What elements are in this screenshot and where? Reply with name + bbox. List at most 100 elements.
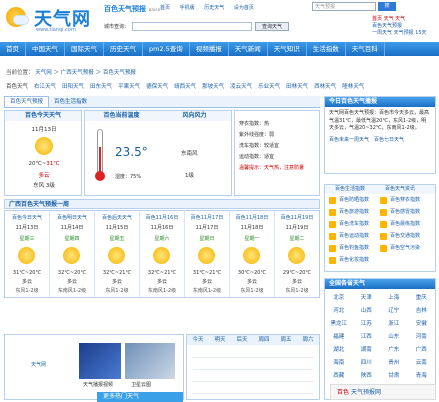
district-link[interactable]: 乐业天气 bbox=[258, 84, 280, 90]
life-index-tab[interactable]: 百色天气资讯 bbox=[375, 186, 425, 192]
broadcast-link[interactable]: 百色七日天气 bbox=[374, 137, 404, 143]
district-link[interactable]: 德保天气 bbox=[146, 84, 168, 90]
week-tab[interactable]: 周五 bbox=[275, 335, 297, 345]
crumb-link[interactable]: 广西天气预报 bbox=[61, 70, 94, 76]
day-forecast[interactable]: 百色今日天气 11月13日 星期三 31℃~20℃ 多云 东风1-2级 bbox=[5, 211, 50, 297]
life-index-item[interactable]: 百色洗车指数 bbox=[329, 220, 380, 229]
satellite-thumbnail[interactable] bbox=[125, 343, 175, 379]
province-link[interactable]: 浙江 bbox=[380, 319, 408, 327]
day-forecast[interactable]: 百色明日天气 11月14日 星期四 32℃~20℃ 多云 东南风1-2级 bbox=[50, 211, 95, 297]
top-link[interactable]: 首页 bbox=[160, 5, 170, 11]
nav-item[interactable]: 国际天气 bbox=[65, 42, 104, 56]
life-index-item[interactable]: 百色穿衣指数 bbox=[380, 196, 431, 205]
district-link[interactable]: 隆林天气 bbox=[342, 84, 364, 90]
province-link[interactable]: 吉林 bbox=[408, 306, 436, 314]
province-link[interactable]: 湖北 bbox=[325, 345, 353, 353]
province-link[interactable]: 上海 bbox=[380, 293, 408, 301]
site-logo[interactable]: 天气网 www.tianqi.com bbox=[4, 5, 100, 35]
life-index-item[interactable]: 百色化妆指数 bbox=[329, 256, 380, 265]
province-link[interactable]: 海南 bbox=[325, 358, 353, 366]
week-tab[interactable]: 周六 bbox=[297, 335, 319, 345]
city-search-input[interactable] bbox=[132, 22, 253, 31]
province-link[interactable]: 湖南 bbox=[353, 345, 381, 353]
province-link[interactable]: 甘肃 bbox=[380, 371, 408, 379]
province-link[interactable]: 江苏 bbox=[353, 319, 381, 327]
nav-item[interactable]: 天气百科 bbox=[346, 42, 385, 56]
week-tab[interactable]: 后天 bbox=[231, 335, 253, 345]
day-forecast[interactable]: 百色后天天气 11月15日 星期五 32℃~21℃ 多云 东风1-2级 bbox=[95, 211, 140, 297]
province-link[interactable]: 北京 bbox=[325, 293, 353, 301]
province-link[interactable]: 四川 bbox=[353, 358, 381, 366]
province-link[interactable]: 山东 bbox=[380, 332, 408, 340]
video-thumbnail[interactable] bbox=[79, 343, 121, 379]
week-tab[interactable]: 今天 bbox=[187, 335, 209, 345]
district-link[interactable]: 平果天气 bbox=[118, 84, 140, 90]
week-tab[interactable]: 周四 bbox=[253, 335, 275, 345]
province-link[interactable]: 河南 bbox=[408, 332, 436, 340]
life-index-tab[interactable]: 百色生活指数 bbox=[325, 186, 375, 192]
province-link[interactable]: 天津 bbox=[353, 293, 381, 301]
life-index-item[interactable]: 百色感冒指数 bbox=[380, 208, 431, 217]
province-link[interactable]: 江西 bbox=[353, 332, 381, 340]
life-index-item[interactable]: 百色运动指数 bbox=[329, 232, 380, 241]
crumb-link[interactable]: 天气网 bbox=[35, 70, 52, 76]
satellite-caption[interactable]: 卫星云图 bbox=[131, 381, 151, 388]
life-index-item[interactable]: 百色钓鱼指数 bbox=[329, 244, 380, 253]
province-link[interactable]: 陕西 bbox=[353, 371, 381, 379]
province-link[interactable]: 云南 bbox=[408, 358, 436, 366]
life-index-item[interactable]: 百色晨练指数 bbox=[380, 220, 431, 229]
province-link[interactable]: 辽宁 bbox=[380, 306, 408, 314]
district-link[interactable]: 田阳天气 bbox=[62, 84, 84, 90]
nav-item[interactable]: 天气新闻 bbox=[229, 42, 268, 56]
nav-item[interactable]: 首页 bbox=[0, 42, 26, 56]
top-link[interactable]: 设为首页 bbox=[234, 5, 254, 11]
tab-forecast[interactable]: 百色天气预报 bbox=[4, 96, 50, 107]
nav-item[interactable]: 中国天气 bbox=[26, 42, 65, 56]
top-search-input[interactable]: 天气预报 bbox=[312, 2, 376, 11]
day-forecast[interactable]: 百色11月17日 11月17日 星期日 31℃~21℃ 多云 东南风1-2级 bbox=[185, 211, 230, 297]
province-link[interactable]: 西藏 bbox=[325, 371, 353, 379]
province-link[interactable]: 贵州 bbox=[380, 358, 408, 366]
province-link[interactable]: 广西 bbox=[408, 345, 436, 353]
video-caption[interactable]: 天气播报视频 bbox=[83, 381, 113, 388]
nav-item[interactable]: pm2.5查询 bbox=[143, 42, 190, 56]
district-link[interactable]: 田林天气 bbox=[286, 84, 308, 90]
top-link[interactable]: 历史天气 bbox=[204, 5, 224, 11]
promo-bar[interactable]: 百色 天气预报网 bbox=[330, 384, 436, 400]
province-link[interactable]: 山西 bbox=[353, 306, 381, 314]
district-link[interactable]: 那坡天气 bbox=[202, 84, 224, 90]
district-link[interactable]: 右江天气 bbox=[34, 84, 56, 90]
district-link[interactable]: 凌云天气 bbox=[230, 84, 252, 90]
life-index-item[interactable]: 百色防晒指数 bbox=[329, 196, 380, 205]
top-search-button[interactable]: 搜 bbox=[378, 2, 396, 11]
week-tab[interactable]: 明天 bbox=[209, 335, 231, 345]
nav-item[interactable]: 历史天气 bbox=[104, 42, 143, 56]
search-button[interactable]: 查询天气 bbox=[255, 22, 290, 31]
day-forecast[interactable]: 百色11月16日 11月16日 星期六 32℃~21℃ 多云 东南风1-2级 bbox=[140, 211, 185, 297]
day-forecast[interactable]: 百色11月19日 11月19日 星期二 29℃~20℃ 多云 东风1-2级 bbox=[275, 211, 319, 297]
day-forecast[interactable]: 百色11月18日 11月18日 星期一 30℃~20℃ 多云 东风1-2级 bbox=[230, 211, 275, 297]
life-index-item[interactable]: 百色旅游指数 bbox=[329, 208, 380, 217]
province-link[interactable]: 福建 bbox=[325, 332, 353, 340]
district-link[interactable]: 靖西天气 bbox=[174, 84, 196, 90]
tab-life-index[interactable]: 百色生活指数 bbox=[49, 97, 92, 108]
life-index-item[interactable]: 百色交通指数 bbox=[380, 232, 431, 241]
nav-item[interactable]: 视频播报 bbox=[190, 42, 229, 56]
province-link[interactable]: 青海 bbox=[408, 371, 436, 379]
district-link[interactable]: 田东天气 bbox=[90, 84, 112, 90]
province-link[interactable]: 黑龙江 bbox=[325, 319, 353, 327]
province-link[interactable]: 河北 bbox=[325, 306, 353, 314]
more-weather-bar[interactable]: 更多热门天气 bbox=[97, 392, 183, 402]
province-link[interactable]: 安徽 bbox=[408, 319, 436, 327]
crumb-current[interactable]: 百色天气预报 bbox=[103, 70, 136, 76]
header-ad[interactable]: 首页 天气 天气 百色天气预报 一周天气 天气预报 15天 bbox=[372, 16, 427, 37]
broadcast-link[interactable]: 百色未来一周天气 bbox=[329, 137, 369, 143]
district-link[interactable]: 百色天气 bbox=[6, 84, 28, 90]
district-link[interactable]: 西林天气 bbox=[314, 84, 336, 90]
province-link[interactable]: 重庆 bbox=[408, 293, 436, 301]
nav-item[interactable]: 天气知识 bbox=[268, 42, 307, 56]
top-link[interactable]: 手机版 bbox=[180, 5, 195, 11]
life-index-item[interactable]: 百色空气污染 bbox=[380, 244, 431, 253]
province-link[interactable]: 广东 bbox=[380, 345, 408, 353]
nav-item[interactable]: 生活指数 bbox=[307, 42, 346, 56]
